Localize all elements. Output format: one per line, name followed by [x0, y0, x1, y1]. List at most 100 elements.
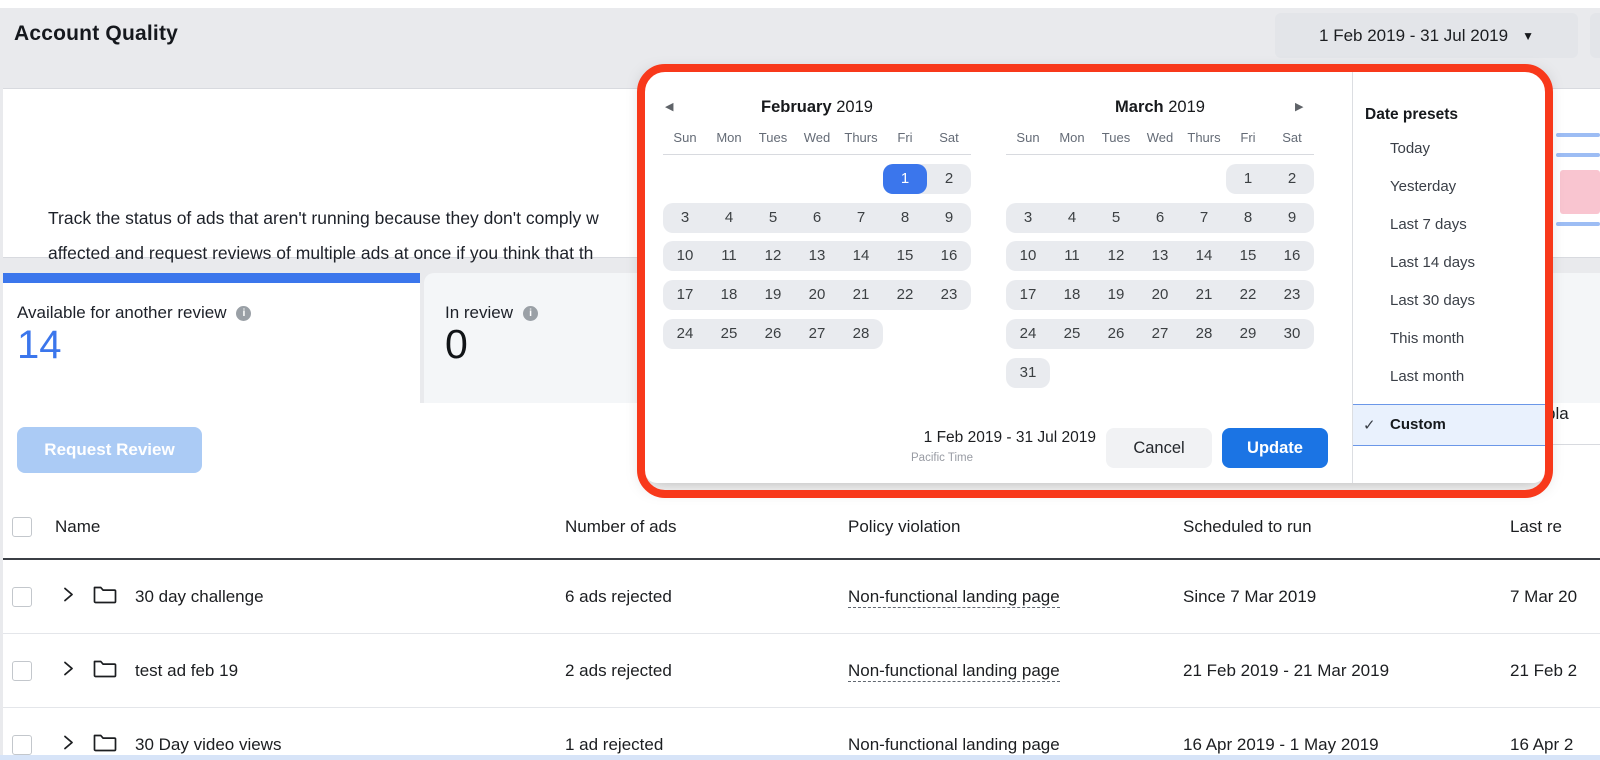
calendar-day[interactable]: 6	[795, 203, 839, 233]
week-row: 31	[1006, 358, 1314, 388]
info-icon[interactable]: i	[236, 306, 251, 321]
preset-item-yesterday[interactable]: Yesterday	[1390, 178, 1456, 195]
calendar-day[interactable]: 23	[927, 280, 971, 310]
preset-item-last-7-days[interactable]: Last 7 days	[1390, 216, 1467, 233]
calendar-day[interactable]: 22	[883, 280, 927, 310]
calendar-day[interactable]: 11	[707, 241, 751, 271]
calendar-day[interactable]: 18	[1050, 280, 1094, 310]
calendar-day[interactable]: 17	[663, 280, 707, 310]
calendar-day[interactable]: 1	[883, 164, 927, 194]
violation-link-text[interactable]: Non-functional landing page	[848, 661, 1060, 682]
calendar-day[interactable]: 30	[1270, 319, 1314, 349]
calendar-day[interactable]: 12	[751, 241, 795, 271]
calendar-day[interactable]: 19	[751, 280, 795, 310]
calendar-day[interactable]: 5	[1094, 203, 1138, 233]
calendar-day[interactable]: 7	[1182, 203, 1226, 233]
calendar-day[interactable]: 28	[1182, 319, 1226, 349]
calendar-day[interactable]: 4	[707, 203, 751, 233]
calendar-day[interactable]: 19	[1094, 280, 1138, 310]
cancel-button[interactable]: Cancel	[1106, 428, 1212, 468]
calendar-day[interactable]: 10	[1006, 241, 1050, 271]
calendar-day[interactable]: 2	[927, 164, 971, 194]
calendar-day[interactable]: 26	[751, 319, 795, 349]
select-all-checkbox[interactable]	[12, 517, 32, 537]
calendar-day[interactable]: 2	[1270, 164, 1314, 194]
chevron-right-icon[interactable]	[60, 586, 76, 607]
column-header-schedule[interactable]: Scheduled to run	[1183, 517, 1312, 537]
preset-item-this-month[interactable]: This month	[1390, 330, 1464, 347]
calendar-day[interactable]: 25	[707, 319, 751, 349]
table-row[interactable]: test ad feb 192 ads rejectedNon-function…	[3, 634, 1600, 708]
row-checkbox[interactable]	[12, 735, 32, 755]
calendar-day[interactable]: 14	[839, 241, 883, 271]
calendar-day[interactable]: 18	[707, 280, 751, 310]
chevron-right-icon[interactable]	[60, 734, 76, 755]
calendar-day[interactable]: 26	[1094, 319, 1138, 349]
calendar-day[interactable]: 27	[795, 319, 839, 349]
calendar-day[interactable]: 27	[1138, 319, 1182, 349]
calendar-day[interactable]: 24	[1006, 319, 1050, 349]
week-row: 10111213141516	[663, 241, 971, 271]
calendar-day[interactable]: 3	[1006, 203, 1050, 233]
calendar-day[interactable]: 20	[795, 280, 839, 310]
calendar-day[interactable]: 25	[1050, 319, 1094, 349]
column-header-name[interactable]: Name	[55, 517, 100, 537]
calendar-day[interactable]: 10	[663, 241, 707, 271]
chevron-right-icon[interactable]	[60, 660, 76, 681]
calendar-day[interactable]: 29	[1226, 319, 1270, 349]
calendar-day[interactable]: 17	[1006, 280, 1050, 310]
calendar-day[interactable]: 23	[1270, 280, 1314, 310]
calendar-day[interactable]: 7	[839, 203, 883, 233]
calendar-day[interactable]: 14	[1182, 241, 1226, 271]
calendar-day[interactable]: 11	[1050, 241, 1094, 271]
calendar-day[interactable]: 4	[1050, 203, 1094, 233]
calendar-day[interactable]: 9	[927, 203, 971, 233]
calendar-day[interactable]: 8	[883, 203, 927, 233]
preset-item-last-14-days[interactable]: Last 14 days	[1390, 254, 1475, 271]
calendar-day[interactable]: 5	[751, 203, 795, 233]
preset-item-custom[interactable]: ✓ Custom	[1353, 404, 1546, 446]
calendar-day[interactable]: 24	[663, 319, 707, 349]
calendar-day[interactable]: 13	[1138, 241, 1182, 271]
calendar-day[interactable]: 6	[1138, 203, 1182, 233]
calendar-day[interactable]: 13	[795, 241, 839, 271]
update-button[interactable]: Update	[1222, 428, 1328, 468]
calendar-day[interactable]: 12	[1094, 241, 1138, 271]
row-checkbox[interactable]	[12, 661, 32, 681]
day-name: Sun	[663, 130, 707, 145]
calendar-day[interactable]: 31	[1006, 358, 1050, 388]
calendar-day[interactable]: 3	[663, 203, 707, 233]
preset-item-last-30-days[interactable]: Last 30 days	[1390, 292, 1475, 309]
calendar-day[interactable]: 20	[1138, 280, 1182, 310]
violation-link-text[interactable]: Non-functional landing page	[848, 735, 1060, 756]
calendar-day[interactable]: 28	[839, 319, 883, 349]
request-review-button[interactable]: Request Review	[17, 427, 202, 473]
date-range-button[interactable]: 1 Feb 2019 - 31 Jul 2019 ▼	[1275, 13, 1578, 58]
info-icon[interactable]: i	[523, 306, 538, 321]
column-header-violation[interactable]: Policy violation	[848, 517, 960, 537]
calendar-day[interactable]: 22	[1226, 280, 1270, 310]
column-header-last-review[interactable]: Last re	[1510, 517, 1562, 537]
table-row[interactable]: 30 Day video views1 ad rejectedNon-funct…	[3, 708, 1600, 760]
calendar-day[interactable]: 8	[1226, 203, 1270, 233]
column-header-ads[interactable]: Number of ads	[565, 517, 677, 537]
row-checkbox[interactable]	[12, 587, 32, 607]
calendar-day[interactable]: 16	[927, 241, 971, 271]
preset-item-today[interactable]: Today	[1390, 140, 1430, 157]
calendar-day[interactable]: 21	[839, 280, 883, 310]
calendar-day[interactable]: 9	[1270, 203, 1314, 233]
calendar-day[interactable]: 15	[883, 241, 927, 271]
bottom-scroll-strip[interactable]	[0, 755, 1600, 760]
calendar-day[interactable]: 21	[1182, 280, 1226, 310]
edge-button-sliver[interactable]	[1590, 13, 1600, 58]
calendar-day[interactable]: 15	[1226, 241, 1270, 271]
preset-item-last-month[interactable]: Last month	[1390, 368, 1464, 385]
calendar-day[interactable]: 1	[1226, 164, 1270, 194]
row-policy-violation-link[interactable]: Non-functional landing page	[848, 587, 1060, 607]
violation-link-text[interactable]: Non-functional landing page	[848, 587, 1060, 608]
tab-available-for-review[interactable]: Available for another review i 14	[3, 283, 420, 403]
row-policy-violation-link[interactable]: Non-functional landing page	[848, 661, 1060, 681]
calendar-day[interactable]: 16	[1270, 241, 1314, 271]
row-policy-violation-link[interactable]: Non-functional landing page	[848, 735, 1060, 755]
table-row[interactable]: 30 day challenge6 ads rejectedNon-functi…	[3, 560, 1600, 634]
